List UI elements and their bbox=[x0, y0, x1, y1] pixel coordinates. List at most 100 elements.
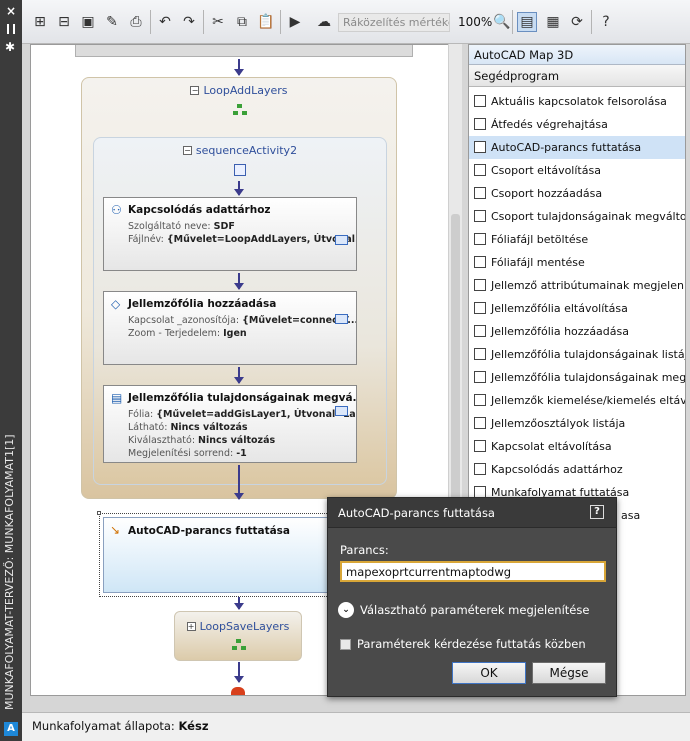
activity-icon bbox=[474, 233, 486, 245]
activity-icon bbox=[474, 256, 486, 268]
prompt-params-label: Paraméterek kérdezése futtatás közben bbox=[357, 637, 586, 651]
toolbox-item[interactable]: Jellemzőosztályok listája bbox=[469, 412, 685, 435]
toolbox-item-label: Jellemzőfólia eltávolítása bbox=[491, 302, 628, 315]
toolbox-item[interactable]: Átfedés végrehajtása bbox=[469, 113, 685, 136]
property-edit-icon[interactable] bbox=[335, 406, 348, 416]
toolbox-item-label: AutoCAD-parancs futtatása bbox=[491, 141, 642, 154]
stop-icon bbox=[231, 687, 245, 695]
new-from-template-icon[interactable]: ⊟ bbox=[54, 12, 74, 32]
new-workflow-icon[interactable]: ⊞ bbox=[30, 12, 50, 32]
optional-params-toggle[interactable]: ⌄ Választható paraméterek megjelenítése bbox=[338, 602, 589, 618]
toolbox-item-label: Csoport hozzáadása bbox=[491, 187, 603, 200]
toolbox-item[interactable]: Jellemző attribútumainak megjelenít bbox=[469, 274, 685, 297]
cancel-button[interactable]: Mégse bbox=[532, 662, 606, 684]
help-icon[interactable]: ? bbox=[590, 505, 604, 519]
undo-icon[interactable]: ↶ bbox=[155, 12, 175, 32]
zoom-value: 100% bbox=[458, 15, 493, 29]
toolbox-item[interactable]: Jellemzőfólia eltávolítása bbox=[469, 297, 685, 320]
toolbox-item[interactable]: Csoport hozzáadása bbox=[469, 182, 685, 205]
autocad-command-icon: ↘ bbox=[110, 523, 121, 537]
print-icon[interactable]: ⎙ bbox=[126, 12, 146, 32]
ok-button[interactable]: OK bbox=[452, 662, 526, 684]
activity-icon bbox=[474, 325, 486, 337]
sequence-icon bbox=[234, 164, 246, 176]
connector-arrow bbox=[234, 59, 244, 76]
save-as-icon[interactable]: ✎ bbox=[102, 12, 122, 32]
close-icon[interactable]: × bbox=[6, 4, 16, 18]
activity-title: Jellemzőfólia hozzáadása bbox=[128, 298, 277, 310]
activity-title: AutoCAD-parancs futtatása bbox=[128, 525, 291, 537]
activity-icon bbox=[474, 118, 486, 130]
connector-arrow bbox=[234, 597, 244, 610]
toolbox-item-label: Kapcsolódás adattárhoz bbox=[491, 463, 623, 476]
toolbox-item-label: Átfedés végrehajtása bbox=[491, 118, 608, 131]
toolbox-item[interactable]: Kapcsolat eltávolítása bbox=[469, 435, 685, 458]
activity-icon bbox=[474, 210, 486, 222]
redo-icon[interactable]: ↷ bbox=[179, 12, 199, 32]
chevron-down-icon[interactable]: ⌄ bbox=[338, 602, 354, 618]
help-icon[interactable]: ? bbox=[596, 12, 616, 32]
dialog-title: AutoCAD-parancs futtatása bbox=[338, 506, 495, 520]
zoom-search-icon[interactable]: 🔍 bbox=[492, 12, 512, 32]
toolbox-item-label: asa bbox=[621, 509, 641, 522]
gear-icon[interactable]: ✱ bbox=[5, 40, 15, 54]
loop-label: LoopAddLayers bbox=[203, 84, 288, 97]
toolbox-item[interactable]: Jellemzőfólia tulajdonságainak megv bbox=[469, 366, 685, 389]
activity-autocad-command[interactable]: ↘ AutoCAD-parancs futtatása bbox=[103, 517, 357, 593]
property-edit-icon[interactable] bbox=[335, 314, 348, 324]
zoom-input[interactable]: Ráközelítés mértéke bbox=[338, 13, 450, 32]
toolbox-category-header[interactable]: AutoCAD Map 3D bbox=[469, 45, 685, 65]
palette-title-strip: × ✱ MUNKAFOLYAMAT-TERVEZŐ: MUNKAFOLYAMAT… bbox=[0, 0, 22, 741]
expand-icon[interactable]: + bbox=[186, 622, 196, 631]
toolbox-item[interactable]: Kapcsolódás adattárhoz bbox=[469, 458, 685, 481]
prompt-params-checkbox-row[interactable]: Paraméterek kérdezése futtatás közben bbox=[340, 637, 586, 651]
command-input[interactable] bbox=[340, 561, 606, 582]
toolbox-item[interactable]: AutoCAD-parancs futtatása bbox=[469, 136, 685, 159]
connector-arrow bbox=[234, 465, 244, 500]
toolbox-subcategory-header[interactable]: Segédprogram bbox=[469, 65, 685, 87]
connector-arrow bbox=[234, 273, 244, 290]
activity-icon bbox=[474, 440, 486, 452]
selection-handle[interactable] bbox=[97, 511, 101, 515]
palette-title: MUNKAFOLYAMAT-TERVEZŐ: MUNKAFOLYAMAT1[1] bbox=[3, 434, 16, 710]
copy-icon[interactable]: ⧉ bbox=[232, 12, 252, 32]
toolbox-item[interactable]: Csoport eltávolítása bbox=[469, 159, 685, 182]
activity-connect-datastore[interactable]: ⚇ Kapcsolódás adattárhoz Szolgáltató nev… bbox=[103, 197, 357, 271]
toolbox-item-label: Kapcsolat eltávolítása bbox=[491, 440, 612, 453]
activity-icon bbox=[474, 164, 486, 176]
toolbox-item[interactable]: Jellemzők kiemelése/kiemelés eltávo bbox=[469, 389, 685, 412]
loop-save-layers[interactable]: + LoopSaveLayers bbox=[174, 611, 302, 661]
run-workflow-icon[interactable]: ▶ bbox=[285, 12, 305, 32]
property-edit-icon[interactable] bbox=[335, 235, 348, 245]
pin-icon[interactable] bbox=[7, 24, 15, 34]
toolbox-item[interactable]: Jellemzőfólia hozzáadása bbox=[469, 320, 685, 343]
save-icon[interactable]: ▣ bbox=[78, 12, 98, 32]
zoom-tool-icon[interactable]: ☁ bbox=[314, 12, 334, 32]
toolbox-item[interactable]: Csoport tulajdonságainak megváltoz bbox=[469, 205, 685, 228]
connector-arrow bbox=[234, 367, 244, 384]
refresh-icon[interactable]: ⟳ bbox=[567, 12, 587, 32]
collapse-icon[interactable]: − bbox=[190, 86, 200, 95]
collapse-icon[interactable]: − bbox=[182, 146, 192, 155]
connector-arrow bbox=[234, 662, 244, 683]
toolbox-item-label: Csoport tulajdonságainak megváltoz bbox=[491, 210, 685, 223]
toolbox-item-label: Fóliafájl mentése bbox=[491, 256, 585, 269]
cut-icon[interactable]: ✂ bbox=[208, 12, 228, 32]
toolbox-item[interactable]: Jellemzőfólia tulajdonságainak listája bbox=[469, 343, 685, 366]
activity-icon bbox=[474, 95, 486, 107]
toolbox-item-label: Fóliafájl betöltése bbox=[491, 233, 589, 246]
paste-icon[interactable]: 📋 bbox=[256, 12, 276, 32]
toolbox-item[interactable]: Fóliafájl betöltése bbox=[469, 228, 685, 251]
optional-params-label: Választható paraméterek megjelenítése bbox=[360, 603, 590, 617]
prompt-params-checkbox[interactable] bbox=[340, 638, 351, 650]
root-sequence-bar bbox=[75, 45, 413, 57]
activity-add-feature-layer[interactable]: ◇ Jellemzőfólia hozzáadása Kapcsolat _az… bbox=[103, 291, 357, 365]
status-label: Munkafolyamat állapota: bbox=[32, 719, 175, 733]
toolbox-item-label: Jellemző attribútumainak megjelenít bbox=[491, 279, 685, 292]
toolbox-item[interactable]: Aktuális kapcsolatok felsorolása bbox=[469, 90, 685, 113]
toolbox-item-label: Jellemzőfólia tulajdonságainak megv bbox=[491, 371, 685, 384]
toggle-view-icon[interactable]: ▤ bbox=[517, 12, 537, 32]
layout-icon[interactable]: ▦ bbox=[543, 12, 563, 32]
activity-feature-layer-properties[interactable]: ▤ Jellemzőfólia tulajdonságainak megvá..… bbox=[103, 385, 357, 463]
toolbox-item[interactable]: Fóliafájl mentése bbox=[469, 251, 685, 274]
